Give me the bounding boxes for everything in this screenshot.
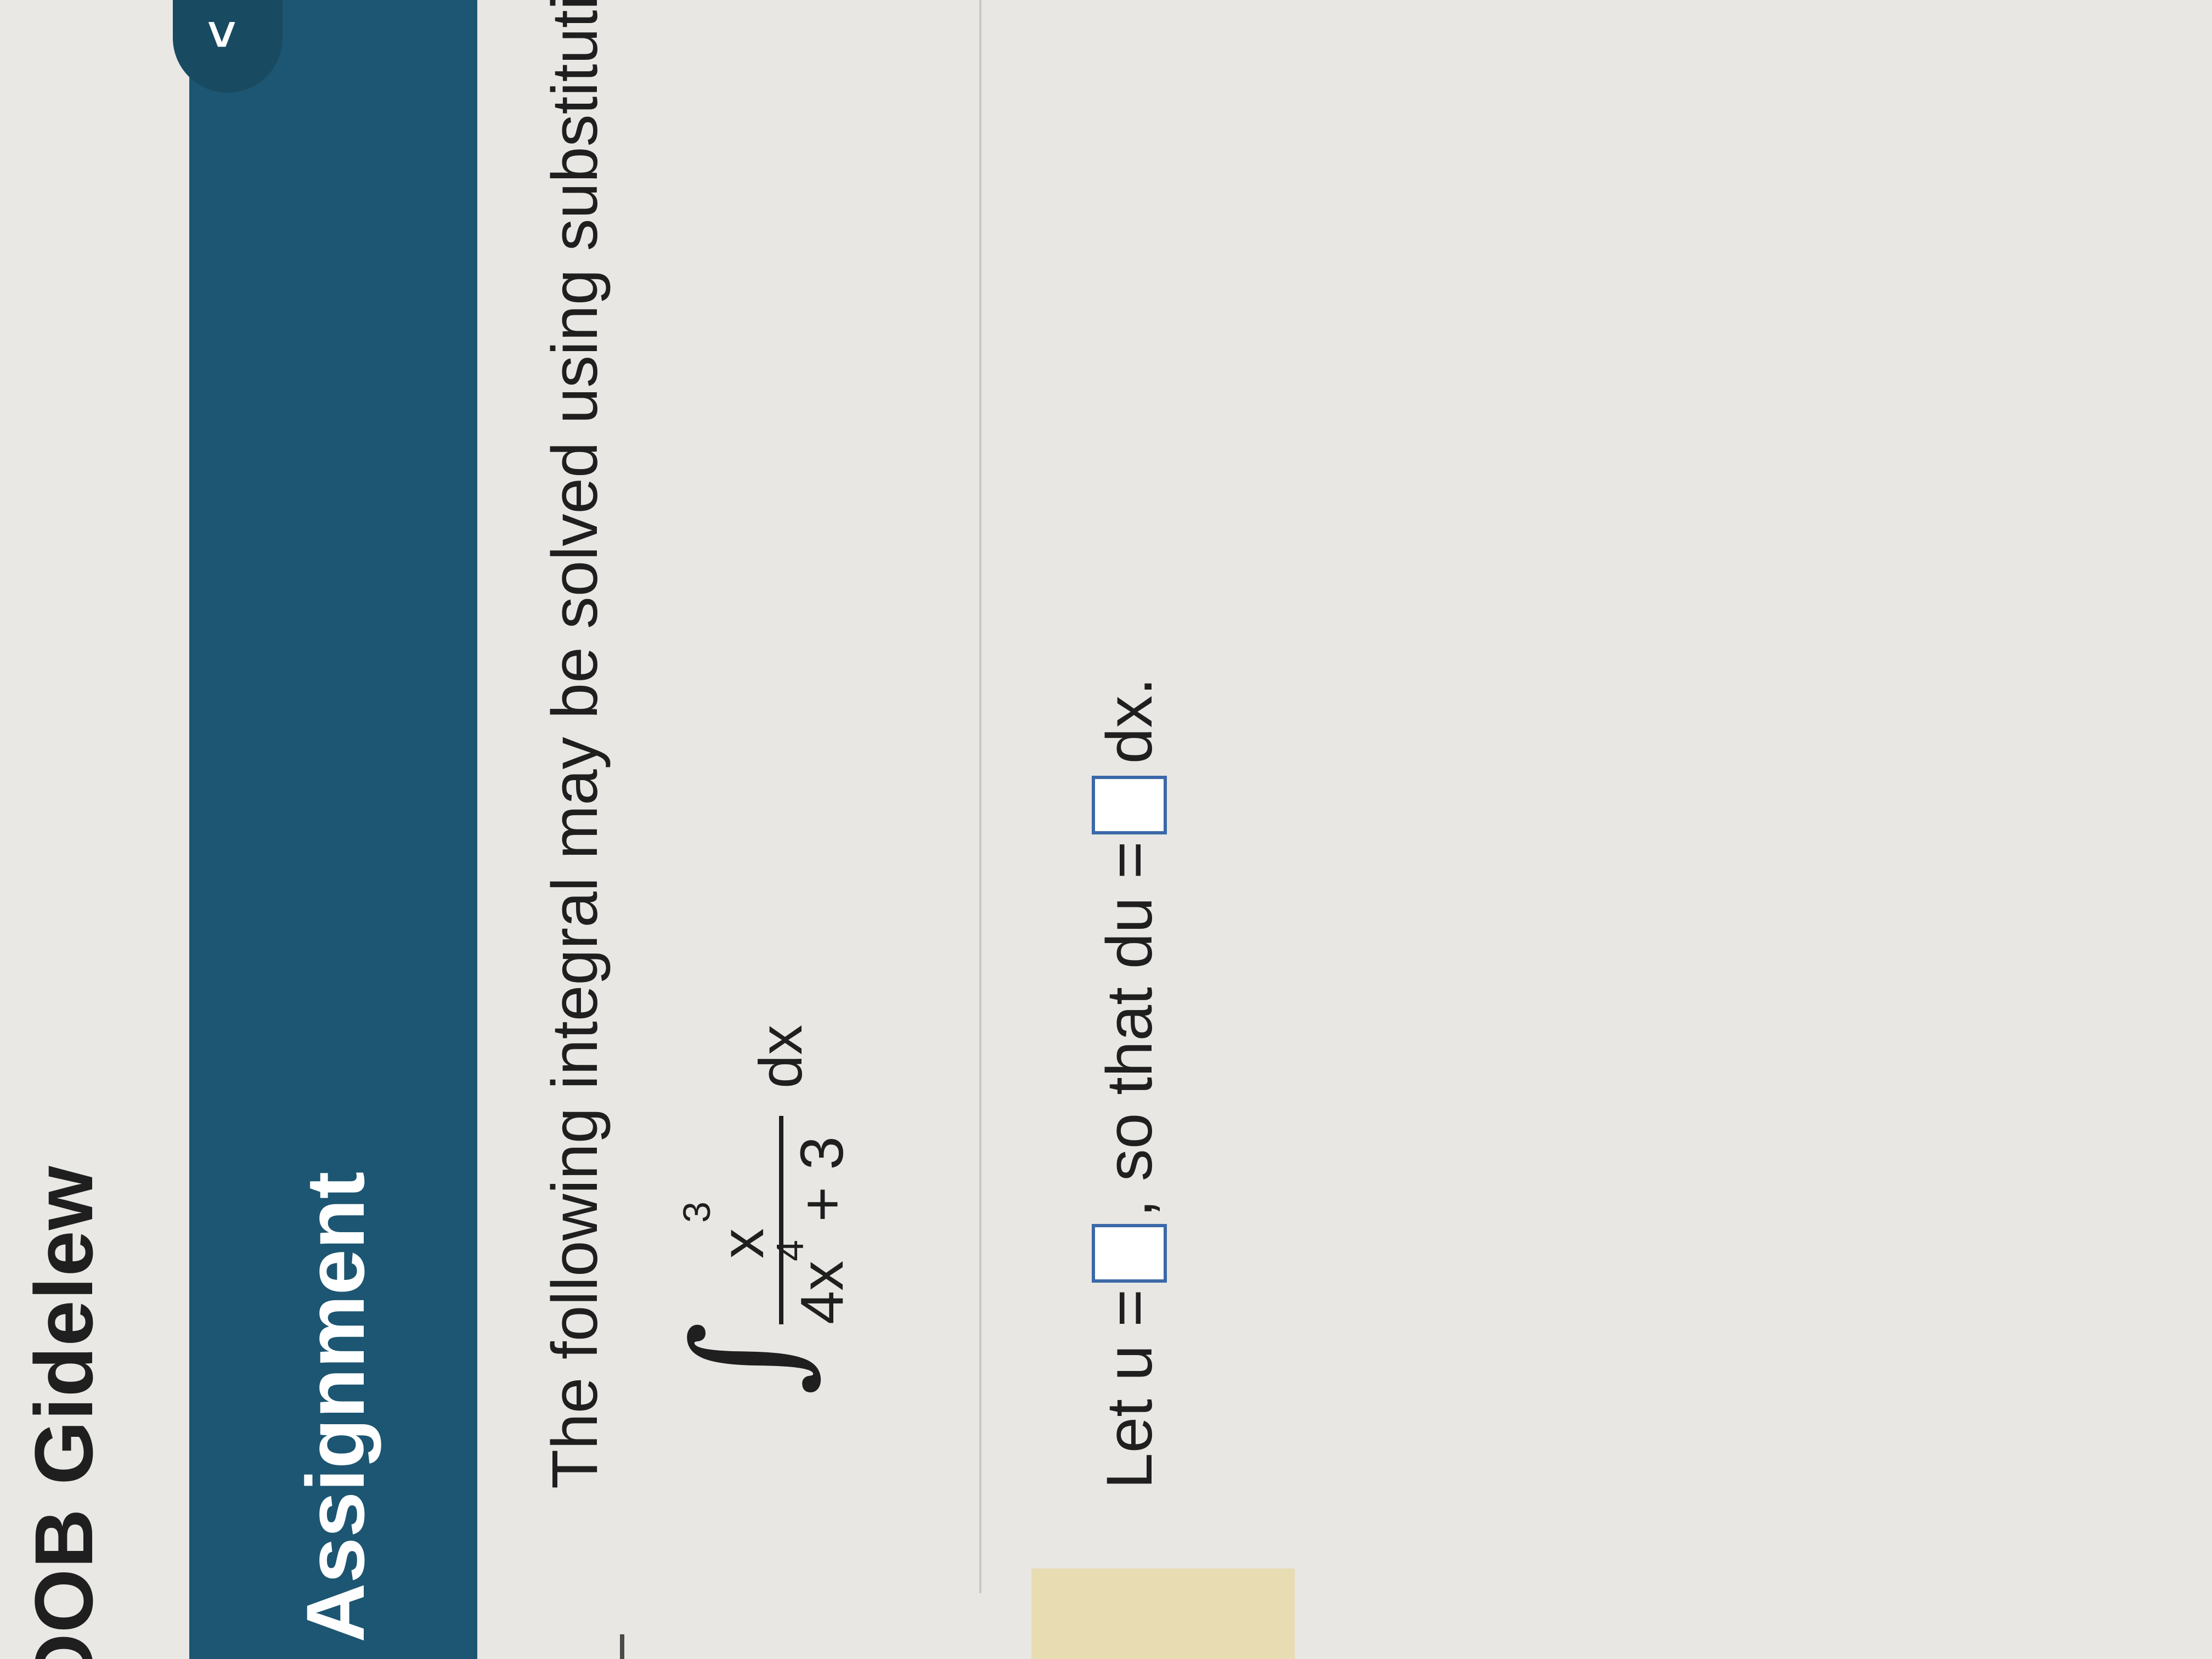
page-title: Assignment	[289, 1171, 381, 1643]
assignment-banner: Assignment <	[173, 0, 477, 1659]
chevron-left-icon: <	[194, 20, 249, 49]
dx-suffix: dx.	[1093, 677, 1166, 764]
integral-sign: ∫	[663, 1321, 829, 1396]
denominator-tail: + 3	[788, 1136, 856, 1239]
panel-marker	[620, 1634, 624, 1659]
so-that-label: , so that du =	[1093, 841, 1166, 1217]
numerator-base: x	[709, 1228, 776, 1259]
divider	[979, 0, 981, 1593]
denominator: 4x + 3	[787, 1136, 857, 1324]
course-title: OOB Gidelew	[18, 1165, 110, 1659]
course-header: OOB Gidelew	[0, 0, 189, 1659]
u-input[interactable]	[1092, 1223, 1167, 1283]
denominator-base: 4x	[788, 1260, 856, 1324]
accent-highlight	[1031, 1568, 1295, 1659]
differential: dx	[747, 1024, 815, 1088]
screen: OOB Gidelew Assignment < The following i…	[0, 0, 2212, 1659]
numerator-exponent: 3	[675, 1201, 718, 1223]
du-input[interactable]	[1092, 776, 1167, 835]
let-u-label: Let u =	[1093, 1289, 1166, 1489]
answer-line: Let u = , so that du = dx.	[1092, 678, 1167, 1489]
collapse-button[interactable]: <	[173, 0, 283, 93]
denominator-exponent: 4	[769, 1240, 811, 1261]
question-prompt: The following integral may be solved usi…	[539, 0, 611, 1489]
question-panel: The following integral may be solved usi…	[477, 0, 2212, 1659]
integral-expression: ∫ x 3 4x + 3 4 dx	[663, 957, 867, 1396]
fraction-bar	[779, 1116, 783, 1324]
